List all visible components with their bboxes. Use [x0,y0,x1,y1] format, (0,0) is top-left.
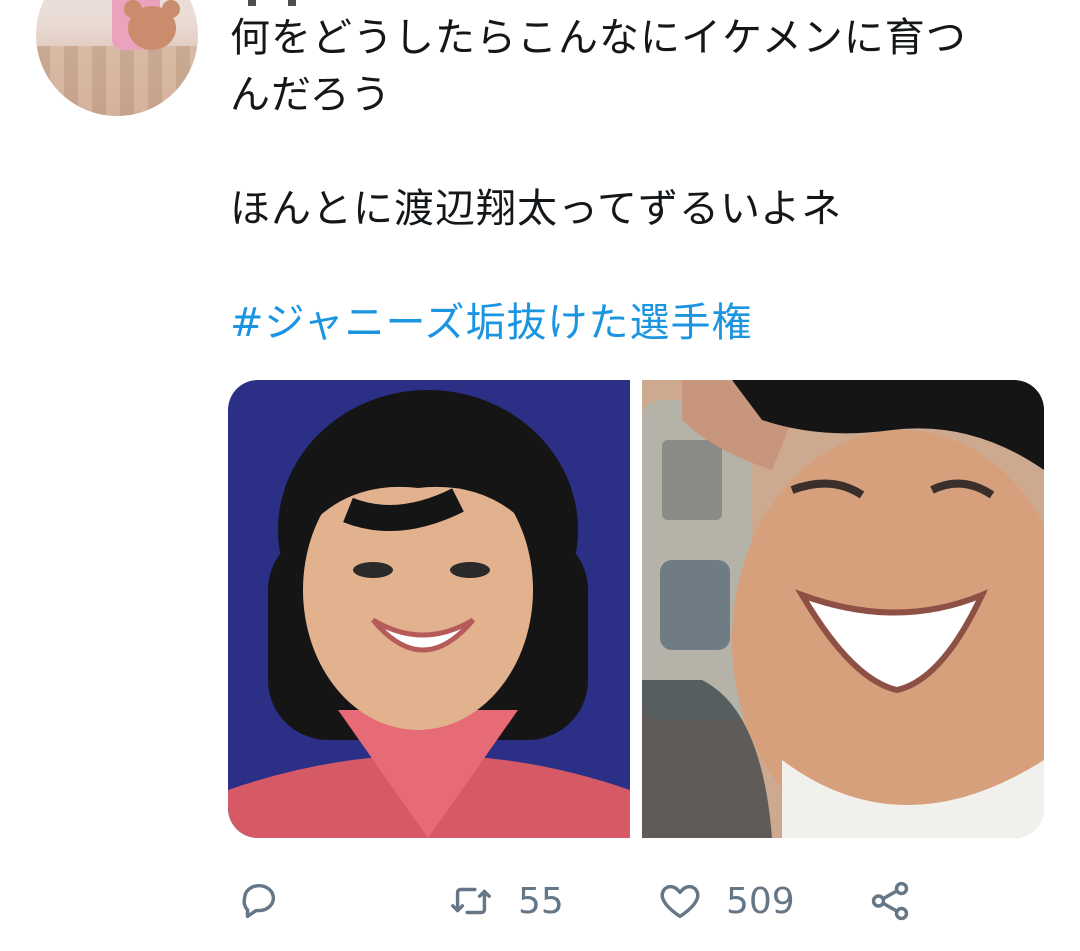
reply-button[interactable] [236,876,282,926]
retweet-button[interactable]: 55 [446,876,564,926]
heart-icon [656,878,704,924]
reply-icon [236,878,282,924]
share-icon [866,878,914,924]
photo-left[interactable] [228,380,630,838]
tweet-line-2: んだろう [230,72,392,118]
share-button[interactable] [866,876,914,926]
like-count: 509 [726,880,795,922]
tweet: 何をどうしたらこんなにイケメンに育つ んだろう ほんとに渡辺翔太ってずるいよネ … [0,0,1080,951]
photo-right[interactable] [642,380,1044,838]
media-grid [228,380,1044,838]
cut-off-header [248,0,448,6]
retweet-count: 55 [518,880,564,922]
like-button[interactable]: 509 [656,876,795,926]
hashtag-link[interactable]: #ジャニーズ垢抜けた選手権 [230,295,1050,352]
avatar[interactable] [36,0,198,116]
tweet-actions: 55 509 [0,862,1080,942]
tweet-line-1: 何をどうしたらこんなにイケメンに育つ [230,15,967,61]
tweet-text: 何をどうしたらこんなにイケメンに育つ んだろう ほんとに渡辺翔太ってずるいよネ … [230,10,1050,352]
tweet-line-3: ほんとに渡辺翔太ってずるいよネ [230,186,843,232]
retweet-icon [446,878,496,924]
